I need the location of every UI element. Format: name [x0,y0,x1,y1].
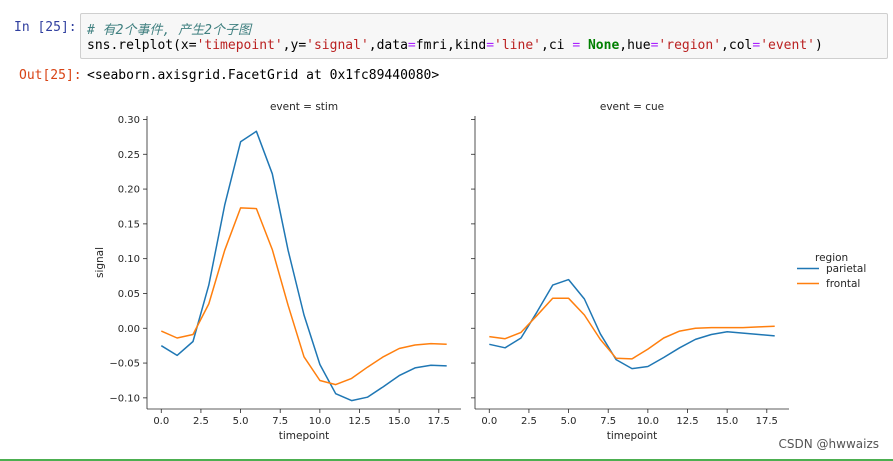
x-tick-label: 0.0 [481,416,497,427]
watermark: CSDN @hwwaizs [778,437,880,451]
x-axis-label: timepoint [279,430,330,442]
y-axis-label: signal [94,247,106,278]
legend-label-frontal: frontal [826,278,860,290]
x-tick-label: 7.5 [272,416,288,427]
y-tick-label: −0.05 [109,359,140,370]
facet-title: event = stim [270,101,338,113]
legend-label-parietal: parietal [826,263,866,275]
x-tick-label: 10.0 [309,416,331,427]
y-tick-label: 0.05 [118,289,140,300]
y-tick-label: 0.25 [118,150,140,161]
series-line-frontal [160,207,447,386]
y-tick-label: −0.10 [109,393,140,404]
y-tick-label: 0.30 [118,115,140,126]
x-tick-label: 12.5 [676,416,698,427]
series-line-parietal [160,130,447,402]
y-tick-label: 0.00 [118,324,140,335]
series-line-frontal [489,297,775,360]
x-tick-label: 17.5 [756,416,778,427]
x-tick-label: 12.5 [348,416,370,427]
x-tick-label: 15.0 [716,416,738,427]
x-tick-label: 0.0 [153,416,169,427]
x-tick-label: 10.0 [637,416,659,427]
x-tick-label: 17.5 [428,416,450,427]
relplot-figure: 0.0 2.5 5.0 7.5 10.0 12.5 15.0 17.5 0.30 0.25 0.20… [94,101,866,442]
series-line-parietal [489,278,775,370]
x-axis-label: timepoint [607,430,658,442]
facet-title: event = cue [600,101,664,113]
y-tick-label: 0.20 [118,185,140,196]
x-tick-label: 5.0 [561,416,577,427]
x-tick-label: 7.5 [600,416,616,427]
x-tick-label: 2.5 [521,416,537,427]
x-tick-label: 5.0 [233,416,249,427]
x-tick-label: 2.5 [193,416,209,427]
y-tick-label: 0.10 [118,254,140,265]
x-tick-label: 15.0 [388,416,410,427]
y-tick-label: 0.15 [118,219,140,230]
